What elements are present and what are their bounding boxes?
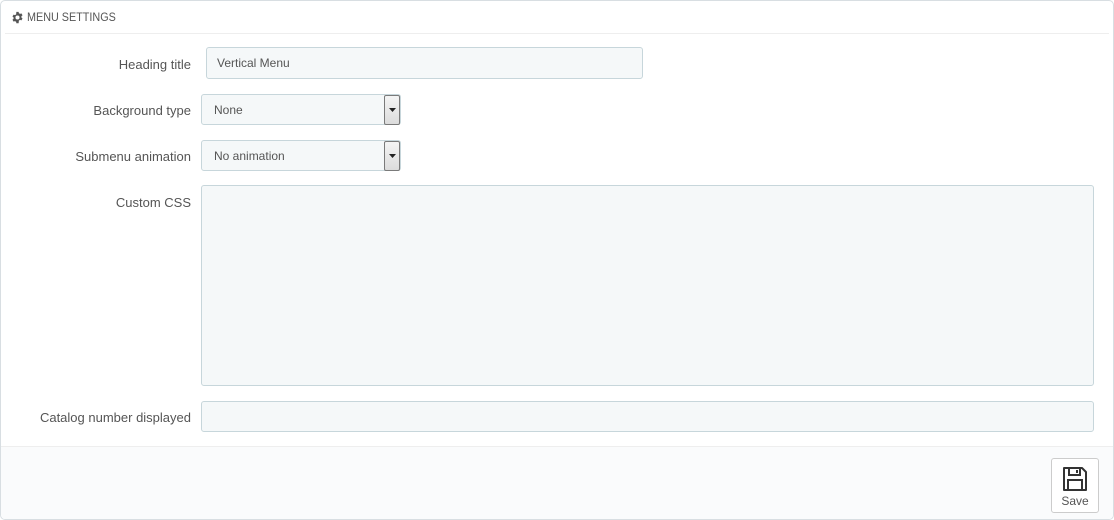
submenu-animation-label: Submenu animation [75, 149, 191, 164]
chevron-down-icon [388, 154, 396, 158]
submenu-animation-select[interactable]: No animation [201, 140, 401, 171]
background-type-selected: None [214, 102, 243, 117]
panel-footer: Save [1, 446, 1113, 519]
panel-heading: MENU SETTINGS [5, 1, 1109, 34]
catalog-number-label: Catalog number displayed [39, 410, 191, 425]
chevron-down-icon [388, 108, 396, 112]
custom-css-textarea[interactable] [201, 185, 1094, 386]
submenu-animation-dropdown-button[interactable] [384, 141, 400, 171]
background-type-dropdown-button[interactable] [384, 95, 400, 125]
gear-icon [11, 11, 24, 24]
heading-title-label: Heading title [118, 57, 191, 72]
custom-css-label: Custom CSS [115, 195, 191, 210]
heading-title-input[interactable]: Vertical Menu [206, 47, 643, 79]
save-button[interactable]: Save [1051, 458, 1099, 513]
submenu-animation-selected: No animation [214, 148, 285, 163]
background-type-label: Background type [93, 103, 191, 118]
panel-title: MENU SETTINGS [27, 10, 116, 24]
catalog-number-input[interactable] [201, 401, 1094, 432]
save-button-label: Save [1061, 494, 1089, 508]
heading-title-value: Vertical Menu [217, 56, 290, 70]
background-type-select[interactable]: None [201, 94, 401, 125]
menu-settings-panel: MENU SETTINGS Heading title Vertical Men… [0, 0, 1114, 520]
floppy-disk-icon [1063, 467, 1087, 491]
